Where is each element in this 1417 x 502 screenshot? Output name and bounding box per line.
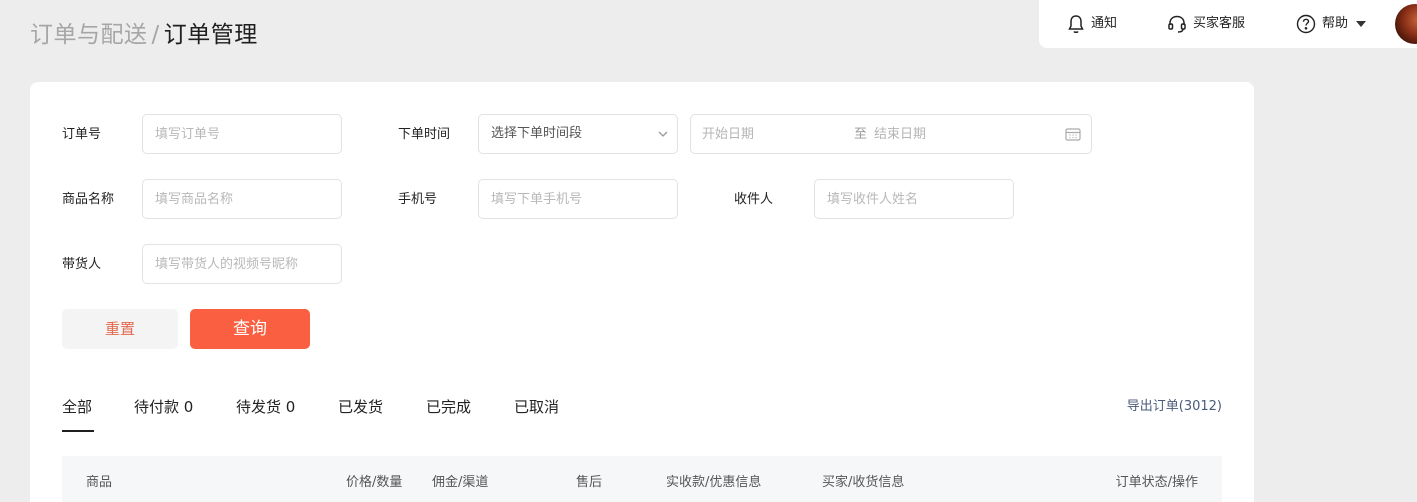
order-time-select[interactable]: 选择下单时间段 [478,114,678,154]
date-range-separator: 至 [854,127,868,142]
query-button[interactable]: 查询 [190,309,310,349]
reset-button[interactable]: 重置 [62,309,178,349]
notify-button[interactable]: 通知 [1067,14,1117,34]
receiver-label: 收件人 [734,192,774,207]
tab-shipped[interactable]: 已发货 [338,396,383,418]
phone-input[interactable] [478,179,678,219]
tab-pending-shipment[interactable]: 待发货 0 [236,396,295,418]
buyer-service-label: 买家客服 [1193,16,1246,31]
headset-icon [1168,15,1186,33]
buyer-service-button[interactable]: 买家客服 [1167,14,1245,34]
column-header: 买家/收货信息 [822,475,905,490]
column-header: 订单状态/操作 [1115,475,1198,490]
product-name-input[interactable] [142,179,342,219]
column-header: 价格/数量 [346,475,403,490]
breadcrumb-parent[interactable]: 订单与配送 [30,22,148,48]
order-search-card: 订单号 下单时间 选择下单时间段 开始日期 至 结束日期 商品名称 手机号 收件… [30,82,1254,502]
active-tab-indicator [62,430,94,432]
top-bar: 通知 买家客服 帮助 [1039,0,1417,48]
column-header: 实收款/优惠信息 [666,475,762,490]
chevron-down-icon [658,131,668,137]
order-table-header: 商品 价格/数量 佣金/渠道 售后 实收款/优惠信息 买家/收货信息 订单状态/… [62,456,1222,502]
avatar[interactable] [1395,4,1417,44]
tab-completed[interactable]: 已完成 [426,396,471,418]
receiver-input[interactable] [814,179,1014,219]
column-header: 售后 [576,475,603,490]
end-date-input[interactable]: 结束日期 [874,125,926,145]
question-circle-icon [1296,14,1316,34]
help-menu-button[interactable]: 帮助 [1296,14,1367,34]
calendar-icon [1065,128,1081,141]
notify-label: 通知 [1091,16,1118,31]
order-time-select-value: 选择下单时间段 [491,126,583,141]
order-no-input[interactable] [142,114,342,154]
breadcrumb: 订单与配送 / 订单管理 [30,20,258,50]
column-header: 商品 [86,475,113,490]
tab-all[interactable]: 全部 [62,396,92,418]
promoter-label: 带货人 [62,257,102,272]
breadcrumb-separator: / [151,22,160,48]
column-header: 佣金/渠道 [432,475,489,490]
date-range-picker[interactable]: 开始日期 至 结束日期 [690,114,1092,154]
promoter-input[interactable] [142,244,342,284]
page-title: 订单管理 [163,22,258,48]
help-label: 帮助 [1322,16,1349,31]
product-name-label: 商品名称 [62,192,115,207]
tab-cancelled[interactable]: 已取消 [514,396,559,418]
caret-down-icon [1356,21,1367,27]
order-no-label: 订单号 [62,127,102,142]
order-time-label: 下单时间 [398,127,451,142]
start-date-input[interactable]: 开始日期 [702,125,754,145]
phone-label: 手机号 [398,192,438,207]
tab-pending-payment[interactable]: 待付款 0 [134,396,193,418]
export-orders-link[interactable]: 导出订单(3012) [1127,397,1222,417]
bell-icon [1068,15,1084,33]
